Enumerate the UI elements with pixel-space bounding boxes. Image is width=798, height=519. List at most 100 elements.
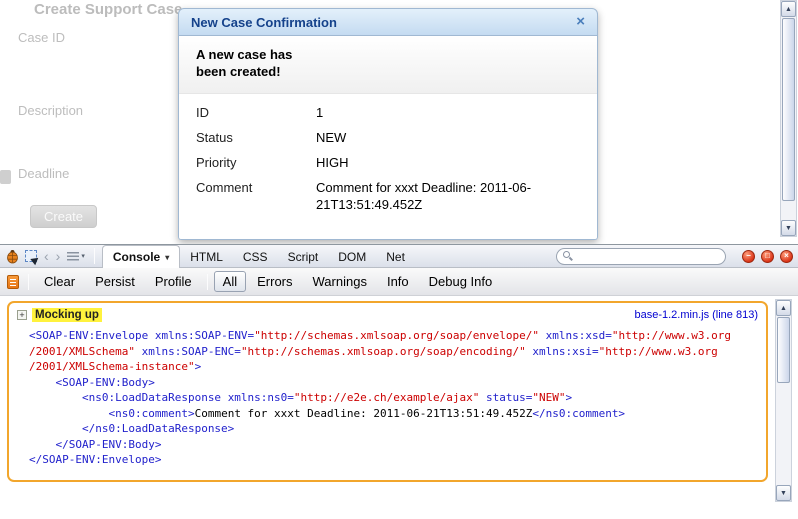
dialog-message-band: A new case has been created! xyxy=(179,36,597,94)
menu-lines-icon xyxy=(67,252,79,261)
xml-segment: xmlns:xsi= xyxy=(526,345,599,358)
firebug-main-toolbar: ‹ › ▾ Console ▾ HTML CSS Script DOM Net xyxy=(0,245,798,268)
tab-label: CSS xyxy=(243,250,268,264)
xml-segment xyxy=(29,407,108,420)
persist-button[interactable]: Persist xyxy=(86,271,144,292)
panel-options-menu[interactable]: ▾ xyxy=(65,252,87,261)
xml-output: <SOAP-ENV:Envelope xmlns:SOAP-ENV="http:… xyxy=(29,328,758,468)
xml-segment: xmlns:ns0= xyxy=(228,391,294,404)
scroll-down-icon[interactable]: ▼ xyxy=(776,485,791,501)
clear-button[interactable]: Clear xyxy=(35,271,84,292)
separator xyxy=(94,248,95,264)
profile-button[interactable]: Profile xyxy=(146,271,201,292)
separator xyxy=(207,274,208,290)
filter-warnings[interactable]: Warnings xyxy=(304,271,376,292)
source-link[interactable]: base-1.2.min.js (line 813) xyxy=(634,309,758,321)
deadline-label: Deadline xyxy=(18,166,69,181)
row-label: Comment xyxy=(196,179,316,213)
tab-dom[interactable]: DOM xyxy=(328,246,376,267)
close-icon[interactable]: × xyxy=(576,15,585,29)
forward-chevron-icon[interactable]: › xyxy=(54,249,63,263)
detach-window-button[interactable]: □ xyxy=(761,250,774,263)
xml-segment: /2001/XMLSchema" xyxy=(29,345,135,358)
dialog-header: New Case Confirmation × xyxy=(178,8,598,36)
expand-toggle-icon[interactable]: + xyxy=(17,310,27,320)
tab-label: Console xyxy=(113,250,160,264)
caret-down-icon: ▾ xyxy=(165,253,169,262)
console-toolbar: Clear Persist Profile All Errors Warning… xyxy=(0,268,798,296)
filter-info[interactable]: Info xyxy=(378,271,418,292)
page-scrollbar[interactable]: ▲ ▼ xyxy=(780,0,797,237)
log-entry-header: + Mocking up base-1.2.min.js (line 813) xyxy=(17,308,758,322)
search-box xyxy=(556,247,726,266)
xml-segment: > xyxy=(195,360,202,373)
filter-all[interactable]: All xyxy=(214,271,246,292)
back-chevron-icon[interactable]: ‹ xyxy=(42,249,51,263)
tab-label: Script xyxy=(288,250,319,264)
xml-line: <ns0:LoadDataResponse xmlns:ns0="http://… xyxy=(29,390,758,406)
xml-segment: </SOAP-ENV:Envelope> xyxy=(29,453,161,466)
minimize-button[interactable]: − xyxy=(742,250,755,263)
console-scrollbar[interactable]: ▲ ▼ xyxy=(775,299,792,502)
xml-line: <ns0:comment>Comment for xxxt Deadline: … xyxy=(29,406,758,422)
row-label: Status xyxy=(196,129,316,146)
confirmation-dialog: New Case Confirmation × A new case has b… xyxy=(178,8,598,240)
xml-segment: xmlns:SOAP-ENC= xyxy=(135,345,241,358)
close-button[interactable]: × xyxy=(780,250,793,263)
xml-line: /2001/XMLSchema-instance"> xyxy=(29,359,758,375)
console-panel: + Mocking up base-1.2.min.js (line 813) … xyxy=(0,296,798,519)
scrollbar-thumb[interactable] xyxy=(782,18,795,201)
row-comment: Comment Comment for xxxt Deadline: 2011-… xyxy=(196,179,580,213)
row-priority: Priority HIGH xyxy=(196,154,580,171)
search-icon xyxy=(563,251,570,258)
xml-segment: Comment for xxxt Deadline: 2011-06-21T13… xyxy=(195,407,533,420)
tab-html[interactable]: HTML xyxy=(180,246,233,267)
scrollbar-thumb[interactable] xyxy=(777,317,790,383)
xml-segment: "http://schemas.xmlsoap.org/soap/encodin… xyxy=(241,345,526,358)
xml-segment xyxy=(29,422,82,435)
tab-console[interactable]: Console ▾ xyxy=(102,245,180,268)
xml-segment: status= xyxy=(479,391,532,404)
scroll-up-icon[interactable]: ▲ xyxy=(781,1,796,17)
scroll-down-icon[interactable]: ▼ xyxy=(781,220,796,236)
xml-segment: <SOAP-ENV:Envelope xyxy=(29,329,155,342)
console-status-icon[interactable] xyxy=(7,275,19,289)
xml-line: </SOAP-ENV:Body> xyxy=(29,437,758,453)
row-value: Comment for xxxt Deadline: 2011-06-21T13… xyxy=(316,179,578,213)
firebug-menu-icon[interactable] xyxy=(5,249,20,264)
xml-segment: </ns0:LoadDataResponse> xyxy=(82,422,234,435)
scroll-up-icon[interactable]: ▲ xyxy=(776,300,791,316)
create-button[interactable]: Create xyxy=(30,205,97,228)
xml-segment xyxy=(29,438,56,451)
xml-segment: <SOAP-ENV:Body> xyxy=(56,376,155,389)
row-label: Priority xyxy=(196,154,316,171)
search-input[interactable] xyxy=(556,248,726,265)
tab-css[interactable]: CSS xyxy=(233,246,278,267)
xml-segment xyxy=(29,391,82,404)
tab-label: HTML xyxy=(190,250,223,264)
tab-script[interactable]: Script xyxy=(278,246,329,267)
xml-segment: <ns0:comment> xyxy=(108,407,194,420)
xml-line: /2001/XMLSchema" xmlns:SOAP-ENC="http://… xyxy=(29,344,758,360)
xml-segment: "http://schemas.xmlsoap.org/soap/envelop… xyxy=(254,329,539,342)
filter-errors[interactable]: Errors xyxy=(248,271,301,292)
separator xyxy=(28,274,29,290)
inspect-element-icon[interactable] xyxy=(25,250,37,262)
case-id-label: Case ID xyxy=(18,30,65,45)
xml-segment: "http://e2e.ch/example/ajax" xyxy=(294,391,479,404)
xml-segment: "NEW" xyxy=(532,391,565,404)
xml-segment: > xyxy=(565,391,572,404)
bug-icon xyxy=(5,249,20,264)
xml-segment: /2001/XMLSchema-instance" xyxy=(29,360,195,373)
xml-segment: "http://www.w3.org xyxy=(612,329,731,342)
dialog-body: A new case has been created! ID 1 Status… xyxy=(178,36,598,240)
tab-net[interactable]: Net xyxy=(376,246,415,267)
row-label: ID xyxy=(196,104,316,121)
xml-segment: xmlns:xsd= xyxy=(539,329,612,342)
caret-down-icon: ▾ xyxy=(81,252,85,260)
xml-segment: xmlns:SOAP-ENV= xyxy=(155,329,254,342)
dialog-detail-table: ID 1 Status NEW Priority HIGH Comment Co… xyxy=(179,94,597,213)
filter-debug-info[interactable]: Debug Info xyxy=(420,271,502,292)
calendar-icon xyxy=(0,170,11,184)
xml-segment xyxy=(29,376,56,389)
